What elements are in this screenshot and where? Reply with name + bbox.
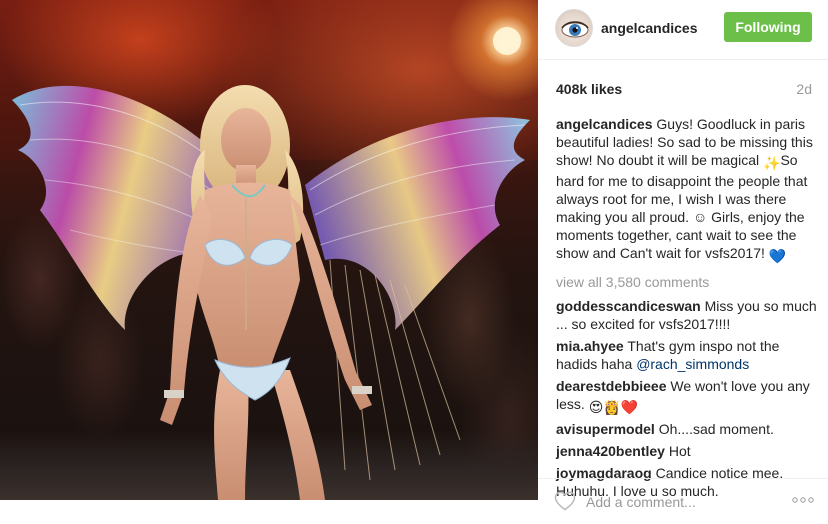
post-sidebar: angelcandices Following 408k likes 2d an…: [538, 0, 828, 524]
comment-text: Oh....sad moment.: [654, 421, 774, 437]
comment-item: avisupermodel Oh....sad moment.: [556, 420, 818, 438]
blue-heart-emoji-icon: 💙: [768, 248, 787, 264]
caption-username[interactable]: angelcandices: [556, 116, 653, 132]
add-comment-input[interactable]: [586, 491, 776, 513]
heart-outline-icon[interactable]: [554, 491, 576, 511]
likes-count[interactable]: 408k likes: [556, 81, 622, 97]
comment-text: Hot: [664, 443, 691, 459]
comment-username[interactable]: goddesscandiceswan: [556, 298, 701, 314]
comment-username[interactable]: avisupermodel: [556, 421, 655, 437]
post-timestamp[interactable]: 2d: [796, 81, 812, 97]
post-header: angelcandices Following: [538, 0, 828, 60]
comment-item: jenna420bentley Hot: [556, 442, 818, 460]
post-photo[interactable]: [0, 0, 538, 500]
photo-illustration: [12, 27, 530, 500]
emoji-group-icon: 😍👸❤️: [588, 399, 639, 415]
comment-username[interactable]: dearestdebbieee: [556, 378, 667, 394]
avatar[interactable]: [555, 9, 593, 47]
following-button[interactable]: Following: [724, 12, 812, 42]
sparkles-emoji-icon: ✨: [763, 155, 781, 171]
more-options-icon[interactable]: [792, 497, 814, 503]
comment-footer: [538, 478, 828, 524]
post-author-username[interactable]: angelcandices: [601, 20, 698, 36]
mention-link[interactable]: @rach_simmonds: [636, 356, 749, 372]
comment-username[interactable]: jenna420bentley: [556, 443, 665, 459]
comments-list: angelcandices Guys! Goodluck in paris be…: [556, 115, 818, 504]
view-all-comments-link[interactable]: view all 3,580 comments: [556, 273, 818, 291]
comment-item: mia.ahyee That's gym inspo not the hadid…: [556, 337, 818, 373]
comment-item: dearestdebbieee We won't love you any le…: [556, 377, 818, 416]
smile-emoji-icon: ☺: [692, 209, 708, 225]
comment-username[interactable]: mia.ahyee: [556, 338, 624, 354]
eye-icon: [561, 21, 589, 38]
comment-item: goddesscandiceswan Miss you so much ... …: [556, 297, 818, 333]
post-caption: angelcandices Guys! Goodluck in paris be…: [556, 115, 818, 265]
